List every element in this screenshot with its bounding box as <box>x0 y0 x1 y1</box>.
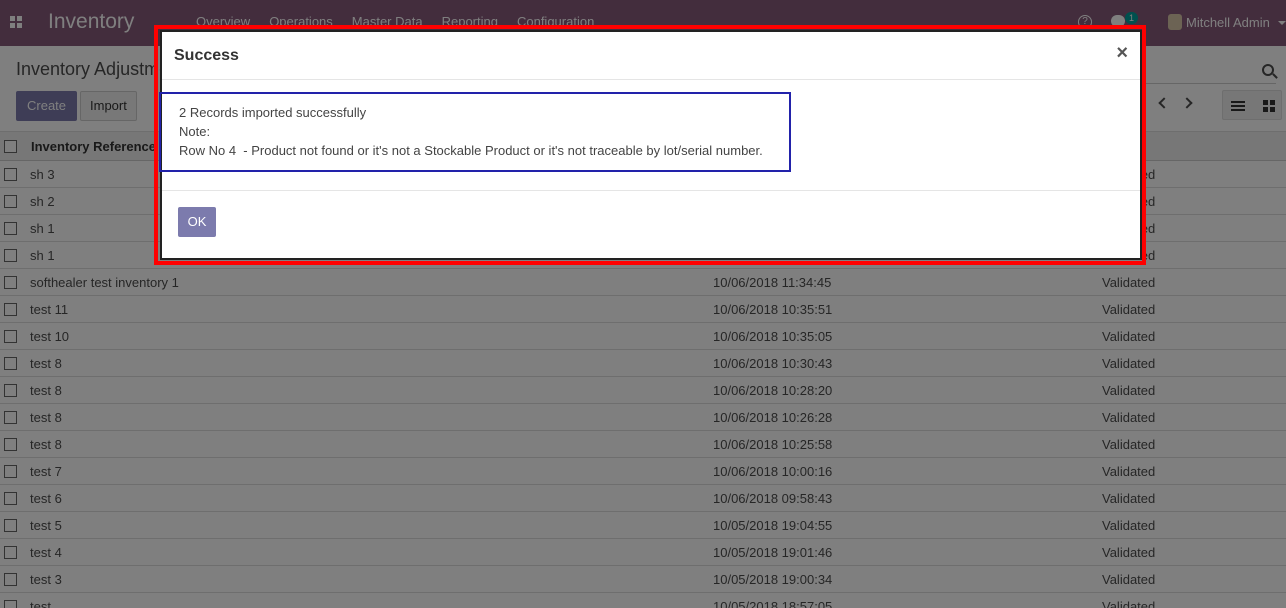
close-icon[interactable]: × <box>1116 42 1128 65</box>
dialog-footer-divider <box>162 190 1140 191</box>
success-dialog: Success × 2 Records imported successfull… <box>159 30 1142 260</box>
dialog-header-divider <box>162 79 1140 80</box>
message-line-2: Note: <box>179 124 211 139</box>
message-line-3: Row No 4 - Product not found or it's not… <box>179 143 763 158</box>
ok-button[interactable]: OK <box>178 207 216 237</box>
message-box: 2 Records imported successfully Note: Ro… <box>159 92 791 172</box>
dialog-title: Success <box>174 47 239 64</box>
message-line-1: 2 Records imported successfully <box>179 105 367 120</box>
